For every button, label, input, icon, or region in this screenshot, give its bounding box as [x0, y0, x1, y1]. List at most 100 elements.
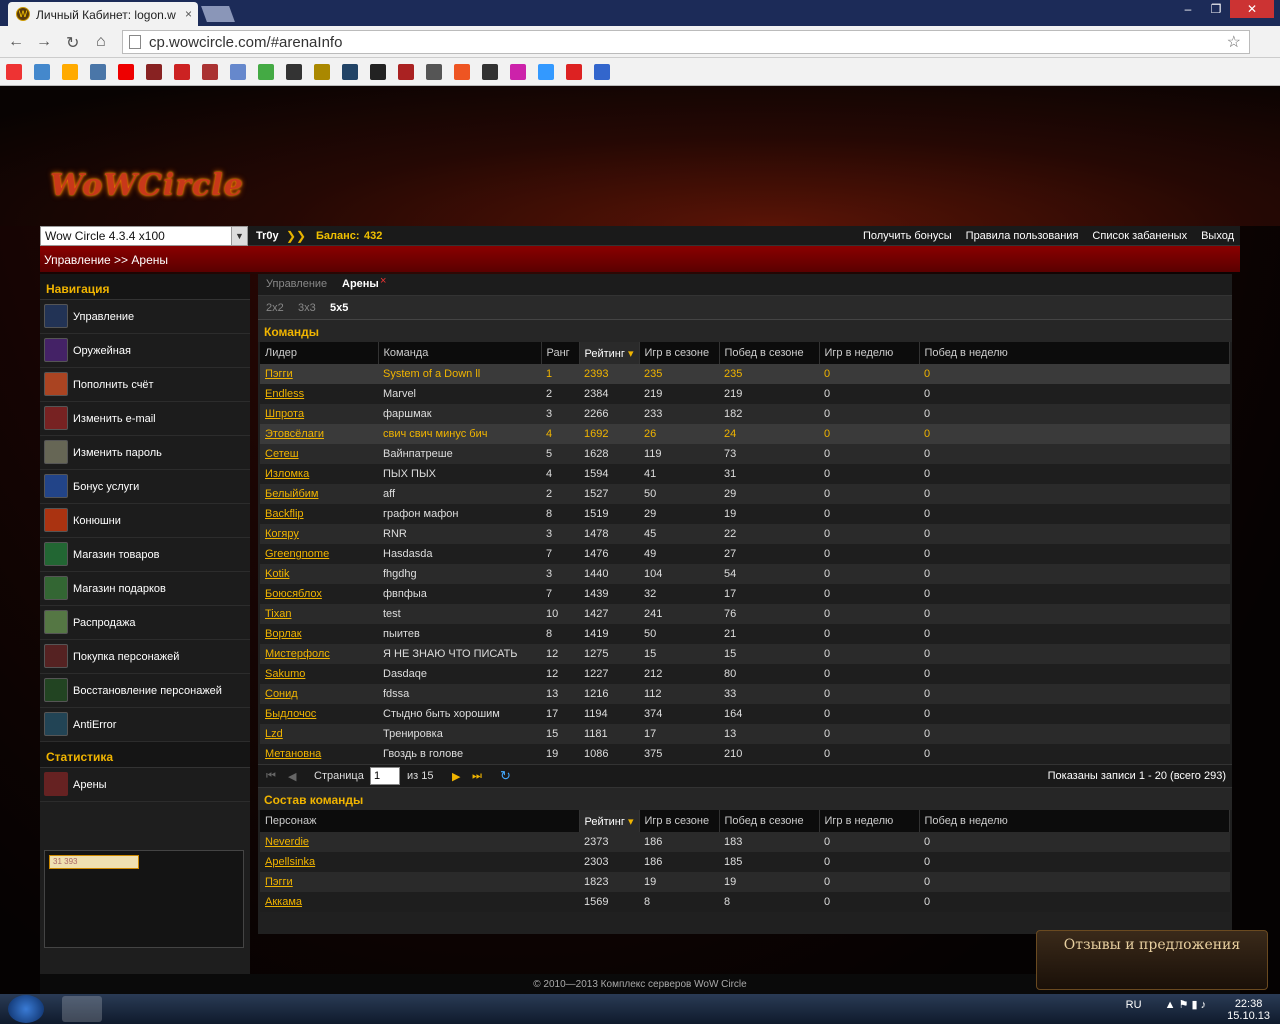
leader-link[interactable]: Когяру: [265, 528, 299, 540]
yandex-bookmark-icon[interactable]: [6, 64, 22, 80]
sidebar-item-bonus[interactable]: Бонус услуги: [40, 470, 250, 504]
bookmark-icon[interactable]: [286, 64, 302, 80]
table-row[interactable]: Аккама 1569 8 8 0 0: [260, 892, 1230, 912]
table-row[interactable]: Kotik fhgdhg 3 1440 104 54 0 0: [260, 564, 1230, 584]
bookmark-icon[interactable]: [370, 64, 386, 80]
sidebar-item-shop[interactable]: Магазин товаров: [40, 538, 250, 572]
new-tab-button[interactable]: [201, 6, 235, 22]
bookmark-icon[interactable]: [482, 64, 498, 80]
tab-manage[interactable]: Управление: [266, 278, 327, 290]
wow-bookmark-icon[interactable]: [314, 64, 330, 80]
table-row[interactable]: Быдлочос Стыдно быть хорошим 17 1194 374 164 0…: [260, 704, 1230, 724]
maximize-button[interactable]: ❐: [1202, 0, 1230, 18]
leader-link[interactable]: Kotik: [265, 568, 289, 580]
table-row[interactable]: Ворлак пыитев 8 1419 50 21 0 0: [260, 624, 1230, 644]
tab-arenas[interactable]: Арены: [342, 278, 379, 290]
last-page-icon[interactable]: ⏭: [472, 770, 482, 783]
tab-close-icon[interactable]: ×: [380, 275, 386, 287]
bookmark-icon[interactable]: [174, 64, 190, 80]
bookmark-icon[interactable]: [426, 64, 442, 80]
table-row[interactable]: Пэгги 1823 19 19 0 0: [260, 872, 1230, 892]
table-row[interactable]: Сетеш Вайнпатреше 5 1628 119 73 0 0: [260, 444, 1230, 464]
character-link[interactable]: Neverdie: [265, 836, 309, 848]
leader-link[interactable]: Сонид: [265, 688, 298, 700]
table-row[interactable]: Neverdie 2373 186 183 0 0: [260, 832, 1230, 852]
vk-bookmark-icon[interactable]: [90, 64, 106, 80]
col-wins-week[interactable]: Побед в неделю: [919, 342, 1230, 364]
twitter-bookmark-icon[interactable]: [538, 64, 554, 80]
leader-link[interactable]: Этовсёлаги: [265, 428, 324, 440]
sidebar-item-arenas[interactable]: Арены: [40, 768, 250, 802]
bookmark-icon[interactable]: [594, 64, 610, 80]
table-row[interactable]: Метановна Гвоздь в голове 19 1086 375 210 0 0: [260, 744, 1230, 764]
col-games-week[interactable]: Игр в неделю: [819, 342, 920, 364]
bookmark-icon[interactable]: [454, 64, 470, 80]
table-row[interactable]: Lzd Тренировка 15 1181 17 13 0 0: [260, 724, 1230, 744]
leader-link[interactable]: Метановна: [265, 748, 321, 760]
table-row[interactable]: Apellsinka 2303 186 185 0 0: [260, 852, 1230, 872]
leader-link[interactable]: Greengnome: [265, 548, 329, 560]
bookmark-icon[interactable]: [510, 64, 526, 80]
rules-link[interactable]: Правила пользования: [966, 230, 1079, 242]
tab-close-icon[interactable]: ×: [185, 7, 192, 21]
table-row[interactable]: Endless Marvel 2 2384 219 219 0 0: [260, 384, 1230, 404]
tab-2x2[interactable]: 2x2: [266, 302, 284, 314]
col-rank[interactable]: Ранг: [541, 342, 580, 364]
leader-link[interactable]: Изломка: [265, 468, 309, 480]
table-row[interactable]: Greengnome Hasdasda 7 1476 49 27 0 0: [260, 544, 1230, 564]
sidebar-item-restore-characters[interactable]: Восстановление персонажей: [40, 674, 250, 708]
next-page-icon[interactable]: ▶: [452, 770, 460, 783]
language-indicator[interactable]: RU: [1126, 999, 1142, 1011]
table-row[interactable]: Backflip графон мафон 8 1519 29 19 0 0: [260, 504, 1230, 524]
table-row[interactable]: Сонид fdssa 13 1216 112 33 0 0: [260, 684, 1230, 704]
page-input[interactable]: [370, 767, 400, 785]
tab-3x3[interactable]: 3x3: [298, 302, 316, 314]
sidebar-item-armory[interactable]: Оружейная: [40, 334, 250, 368]
leader-link[interactable]: Мистерфолс: [265, 648, 330, 660]
leader-link[interactable]: Sakumo: [265, 668, 305, 680]
col-rating[interactable]: Рейтинг ▾: [579, 810, 640, 832]
sidebar-item-topup[interactable]: Пополнить счёт: [40, 368, 250, 402]
back-icon[interactable]: ←: [8, 33, 24, 51]
leader-link[interactable]: Шпрота: [265, 408, 304, 420]
feedback-widget[interactable]: Отзывы и предложения: [1036, 930, 1268, 990]
chrome-taskbar-icon[interactable]: [62, 996, 102, 1022]
banned-list-link[interactable]: Список забаненых: [1092, 230, 1187, 242]
bookmark-icon[interactable]: [258, 64, 274, 80]
table-row[interactable]: Этовсёлаги свич свич минус бич 4 1692 26 24 0 0: [260, 424, 1230, 444]
bookmark-icon[interactable]: [146, 64, 162, 80]
realm-select[interactable]: Wow Circle 4.3.4 x100 ▼: [40, 226, 248, 246]
refresh-icon[interactable]: ↻: [500, 768, 511, 784]
leader-link[interactable]: Белыйбим: [265, 488, 318, 500]
character-link[interactable]: Аккама: [265, 896, 302, 908]
minimize-button[interactable]: –: [1174, 0, 1202, 18]
table-row[interactable]: Tixan test 10 1427 241 76 0 0: [260, 604, 1230, 624]
browser-tab[interactable]: W Личный Кабинет: logon.w ×: [8, 2, 198, 26]
bookmark-icon[interactable]: [566, 64, 582, 80]
table-row[interactable]: Пэгги System of a Down ll 1 2393 235 235 0 0: [260, 364, 1230, 384]
col-wins-season[interactable]: Побед в сезоне: [719, 810, 820, 832]
tray-icons[interactable]: ▲ ⚑ ▮ ♪: [1165, 999, 1206, 1011]
col-wins-season[interactable]: Побед в сезоне: [719, 342, 820, 364]
site-logo[interactable]: WoWCircle: [50, 168, 244, 203]
google-bookmark-icon[interactable]: [34, 64, 50, 80]
leader-link[interactable]: Lzd: [265, 728, 283, 740]
table-row[interactable]: Мистерфолс Я НЕ ЗНАЮ ЧТО ПИСАТЬ 12 1275 15 15…: [260, 644, 1230, 664]
sidebar-item-gifts[interactable]: Магазин подарков: [40, 572, 250, 606]
star-bookmark-icon[interactable]: [230, 64, 246, 80]
sidebar-item-buy-characters[interactable]: Покупка персонажей: [40, 640, 250, 674]
leader-link[interactable]: Endless: [265, 388, 304, 400]
table-row[interactable]: Боюсяблох фвпфыа 7 1439 32 17 0 0: [260, 584, 1230, 604]
bonus-link[interactable]: Получить бонусы: [863, 230, 952, 242]
table-row[interactable]: Белыйбим aff 2 1527 50 29 0 0: [260, 484, 1230, 504]
sidebar-item-manage[interactable]: Управление: [40, 300, 250, 334]
sidebar-item-email[interactable]: Изменить e-mail: [40, 402, 250, 436]
bookmark-icon[interactable]: [398, 64, 414, 80]
col-character[interactable]: Персонаж: [260, 810, 580, 832]
bookmark-icon[interactable]: [202, 64, 218, 80]
close-window-button[interactable]: ✕: [1230, 0, 1274, 18]
bookmark-star-icon[interactable]: ☆: [1227, 32, 1241, 52]
leader-link[interactable]: Tixan: [265, 608, 292, 620]
address-bar[interactable]: cp.wowcircle.com/#arenaInfo ☆: [122, 30, 1250, 54]
table-row[interactable]: Шпрота фаршмак 3 2266 233 182 0 0: [260, 404, 1230, 424]
